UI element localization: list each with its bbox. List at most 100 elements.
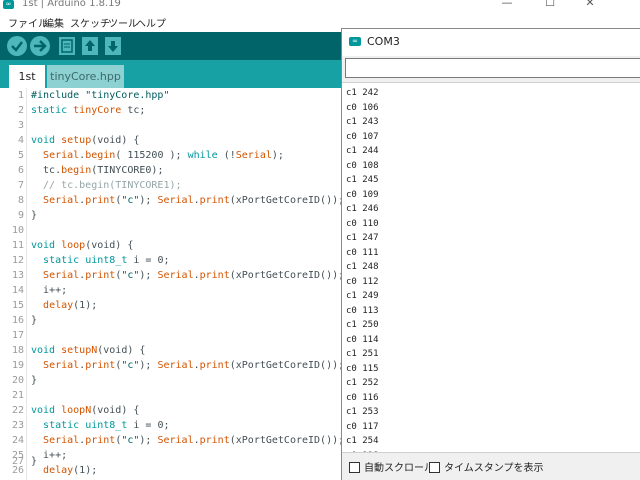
line-number: 16 xyxy=(11,315,24,326)
line-number: 9 xyxy=(17,210,24,221)
serial-output-line: c1 252 xyxy=(346,378,379,388)
serial-output-line: c1 243 xyxy=(346,117,379,127)
code-token: void xyxy=(31,345,62,356)
serial-output-line: c0 110 xyxy=(346,218,379,229)
new-sketch-button[interactable] xyxy=(59,37,75,55)
autoscroll-checkbox[interactable] xyxy=(349,462,360,473)
minimize-button[interactable]: — xyxy=(497,0,517,9)
code-token: while xyxy=(187,150,218,161)
close-button[interactable]: ✕ xyxy=(580,0,600,9)
serial-output[interactable]: c1 242 c0 106 c1 243 c0 107 c1 244 c0 108 c1 2… xyxy=(342,82,640,461)
code-token: i = 0; xyxy=(127,255,170,266)
timestamp-checkbox[interactable] xyxy=(429,462,440,473)
line-number: 2 xyxy=(17,105,24,116)
code-token: loop xyxy=(61,240,86,251)
code-token: (1); xyxy=(73,300,98,311)
code-token: } xyxy=(31,456,38,467)
serial-output-line: c0 107 xyxy=(346,131,379,142)
arrow-right-icon xyxy=(34,40,47,52)
code-token: print xyxy=(199,195,230,206)
arduino-app-icon: ∞ xyxy=(3,0,14,9)
maximize-button[interactable]: ☐ xyxy=(540,0,560,9)
code-token: begin xyxy=(61,165,92,176)
serial-output-line: c1 242 xyxy=(346,88,379,98)
code-token: setupN xyxy=(61,345,98,356)
serial-output-line: c0 113 xyxy=(346,305,379,316)
code-token: static xyxy=(43,255,80,266)
code-token: setup xyxy=(61,135,92,146)
code-token: ( 115200 ); xyxy=(115,150,188,161)
code-token: ); xyxy=(271,150,284,161)
menu-file[interactable]: ファイル xyxy=(8,15,48,30)
code-token: Serial xyxy=(235,150,272,161)
line-number: 12 xyxy=(11,255,24,266)
line-number: 3 xyxy=(17,120,24,131)
tab-tinycore-hpp[interactable]: tinyCore.hpp xyxy=(47,65,124,88)
code-token: static xyxy=(43,420,80,431)
code-token: print xyxy=(85,270,116,281)
serial-options-bar: 自動スクロール タイムスタンプを表示 xyxy=(342,452,640,480)
code-token: begin xyxy=(85,150,116,161)
line-number: 8 xyxy=(17,195,24,206)
code-token: i++; xyxy=(31,285,68,296)
code-token: Serial xyxy=(43,195,80,206)
line-number: 21 xyxy=(11,390,24,401)
code-token: tinyCore xyxy=(73,105,122,116)
code-token: delay xyxy=(43,300,74,311)
code-token: Serial xyxy=(43,270,80,281)
code-token: uint8_t xyxy=(85,255,128,266)
line-number: 10 xyxy=(11,225,24,236)
serial-output-line: c0 114 xyxy=(346,334,379,345)
code-token: Serial xyxy=(157,195,194,206)
code-token: "c" xyxy=(121,195,140,206)
menu-sketch[interactable]: スケッチ xyxy=(70,15,110,30)
code-token: (void) { xyxy=(85,240,134,251)
serial-send-input[interactable] xyxy=(345,58,640,78)
autoscroll-label: 自動スクロール xyxy=(364,463,434,474)
code-token: (void) { xyxy=(91,135,140,146)
menu-tools[interactable]: ツール xyxy=(108,15,138,30)
serial-output-line: c0 112 xyxy=(346,276,379,287)
code-token: print xyxy=(85,435,116,446)
menu-help[interactable]: ヘルプ xyxy=(136,15,166,30)
line-number: 18 xyxy=(11,345,24,356)
code-token: loopN xyxy=(61,405,92,416)
line-number: 23 xyxy=(11,420,24,431)
serial-output-line: c1 244 xyxy=(346,146,379,156)
serial-output-line: c0 115 xyxy=(346,363,379,374)
code-token: (TINYCORE0); xyxy=(91,165,164,176)
serial-output-line: c1 249 xyxy=(346,291,379,301)
serial-output-line: c0 108 xyxy=(346,160,379,171)
code-token: "c" xyxy=(121,435,140,446)
serial-output-line: c1 246 xyxy=(346,204,379,214)
serial-output-line: c1 248 xyxy=(346,262,379,272)
code-token: (xPortGetCoreID()); S xyxy=(229,435,357,446)
upload-button[interactable] xyxy=(30,36,50,56)
menu-edit[interactable]: 編集 xyxy=(44,15,64,30)
serial-output-line: c0 111 xyxy=(346,247,379,258)
serial-output-line: c1 250 xyxy=(346,320,379,330)
code-token: (xPortGetCoreID()); S xyxy=(229,195,357,206)
line-number: 17 xyxy=(11,330,24,341)
tab-1st[interactable]: 1st xyxy=(9,65,45,88)
line-number: 22 xyxy=(11,405,24,416)
serial-output-line: c1 245 xyxy=(346,175,379,185)
code-token: void xyxy=(31,135,62,146)
verify-button[interactable] xyxy=(7,36,27,56)
code-token: (void) { xyxy=(91,405,140,416)
code-token: Serial xyxy=(157,435,194,446)
arrow-down-icon xyxy=(108,41,118,52)
line-number: 4 xyxy=(17,135,24,146)
open-button[interactable] xyxy=(82,37,98,55)
code-token: ); xyxy=(139,360,158,371)
window-title: 1st | Arduino 1.8.19 xyxy=(22,0,121,9)
ide-titlebar: ∞ 1st | Arduino 1.8.19 — ☐ ✕ xyxy=(0,0,640,12)
save-button[interactable] xyxy=(105,37,121,55)
code-token: Serial xyxy=(157,270,194,281)
code-token: } xyxy=(31,315,38,326)
check-icon xyxy=(11,41,23,52)
